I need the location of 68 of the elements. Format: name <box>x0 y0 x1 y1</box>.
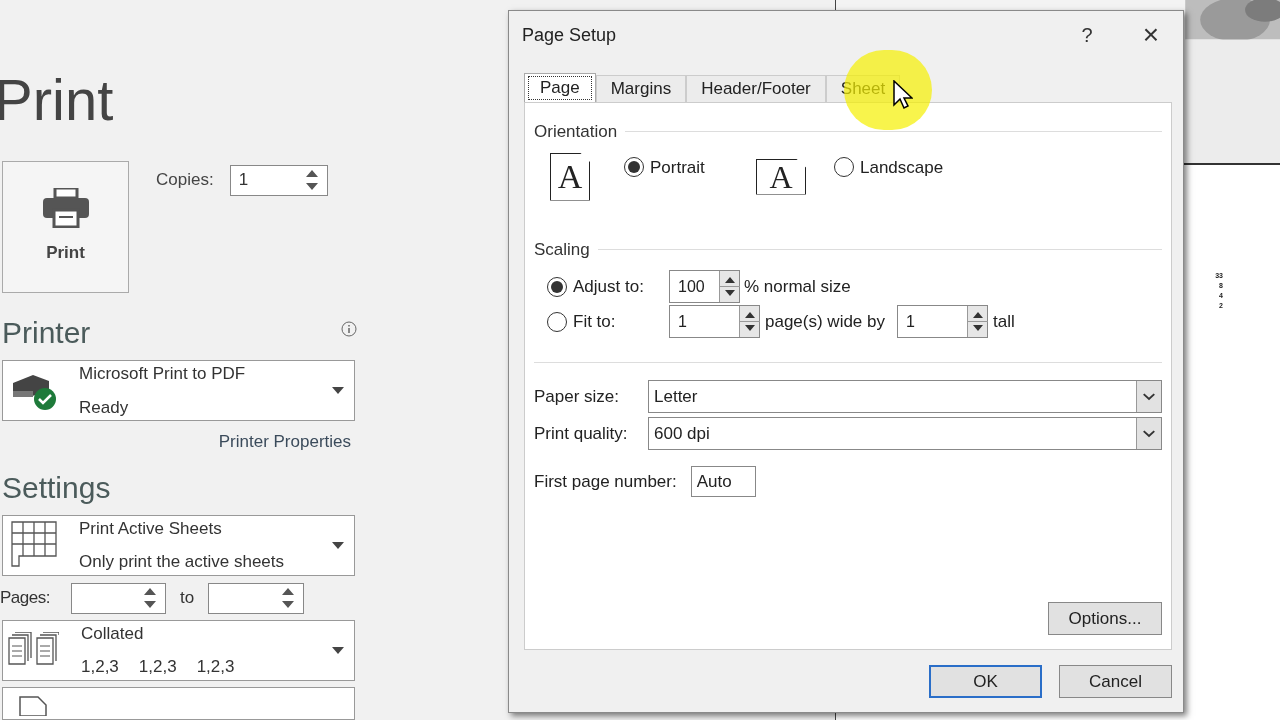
pages-tall-spinner[interactable]: 1 <box>897 305 988 338</box>
chevron-down-icon <box>1136 381 1161 412</box>
collation-title: Collated <box>81 622 145 645</box>
adjust-to-label: Adjust to: <box>573 275 644 298</box>
print-what-subtitle: Only print the active sheets <box>79 551 286 573</box>
collation-dropdown[interactable]: Collated 1,2,3 1,2,3 1,2,3 <box>2 619 355 681</box>
collation-set: 1,2,3 <box>138 656 177 678</box>
group-label: Scaling <box>534 238 590 261</box>
copies-spinner[interactable]: 1 <box>229 164 328 196</box>
collated-pages-icon <box>7 632 59 668</box>
group-label: Orientation <box>534 121 618 143</box>
help-button[interactable]: ? <box>1081 20 1093 50</box>
section-heading: Settings <box>2 469 112 506</box>
section-heading: Printer <box>2 315 91 351</box>
first-page-number-field[interactable]: Auto <box>690 466 756 497</box>
scaling-radio[interactable] <box>547 311 567 332</box>
dialog-tab[interactable]: Header/Footer <box>686 75 826 102</box>
collation-set: 1,2,3 <box>196 656 235 678</box>
print-quality-label: Print quality: <box>534 422 629 445</box>
dropdown-caret-icon <box>332 541 344 549</box>
pages-tall-label: tall <box>993 310 1015 333</box>
printer-properties-link[interactable]: Printer Properties <box>218 429 351 455</box>
spinner-arrows-icon <box>281 586 296 610</box>
paper-size-dropdown[interactable]: Letter <box>648 380 1162 413</box>
collation-set: 1,2,3 <box>81 656 119 678</box>
printer-dropdown[interactable]: Microsoft Print to PDF Ready <box>2 360 355 421</box>
spinner-arrows-icon <box>304 168 319 192</box>
print-quality-dropdown[interactable]: 600 dpi <box>648 417 1162 450</box>
landscape-page-icon: A <box>756 158 806 195</box>
paper-size-label: Paper size: <box>534 385 621 408</box>
print-button[interactable]: Print <box>2 161 129 293</box>
pages-wide-label: page(s) wide by <box>765 310 885 333</box>
first-page-number-label: First page number: <box>534 470 677 493</box>
scale-suffix: % normal size <box>744 275 851 298</box>
dropdown-caret-icon <box>332 646 344 654</box>
scale-percent-spinner[interactable]: 100 <box>669 270 740 303</box>
orientation-option-label: Landscape <box>860 156 944 179</box>
chevron-down-icon <box>1136 418 1161 449</box>
fit-to-label: Fit to: <box>573 310 616 333</box>
dialog-tab[interactable]: Page <box>524 73 596 102</box>
dialog-title: Page Setup <box>522 23 618 47</box>
scaling-radio[interactable] <box>547 276 567 297</box>
close-button[interactable]: × <box>1142 21 1159 49</box>
pointer-icon <box>893 80 913 110</box>
sheet-grid-icon <box>11 521 57 569</box>
printer-status: Ready <box>79 396 130 419</box>
orientation-option-label: Portrait <box>650 156 705 179</box>
dialog-button[interactable]: Cancel <box>1059 665 1172 698</box>
spinner-arrows-icon <box>143 586 157 610</box>
pages-to-spinner[interactable] <box>208 582 305 614</box>
orientation-radio[interactable] <box>624 157 644 178</box>
settings-dropdown[interactable] <box>2 686 355 720</box>
copies-label: Copies: <box>156 169 214 192</box>
pages-wide-spinner[interactable]: 1 <box>669 305 760 338</box>
pages-label: Pages: <box>0 587 51 610</box>
options-button[interactable]: Options... <box>1048 602 1162 635</box>
portrait-page-icon: A <box>550 152 590 201</box>
printer-icon <box>42 188 89 229</box>
dialog-button[interactable]: OK <box>929 665 1042 698</box>
dropdown-caret-icon <box>332 387 344 394</box>
pages-from-spinner[interactable] <box>71 582 166 614</box>
print-what-title: Print Active Sheets <box>79 517 223 540</box>
info-icon <box>341 321 357 337</box>
orientation-radio[interactable] <box>834 157 854 178</box>
dialog-tab[interactable]: Margins <box>595 75 687 102</box>
document-icon <box>19 695 47 716</box>
printer-name: Microsoft Print to PDF <box>79 363 247 385</box>
pages-to-label: to <box>180 587 195 610</box>
